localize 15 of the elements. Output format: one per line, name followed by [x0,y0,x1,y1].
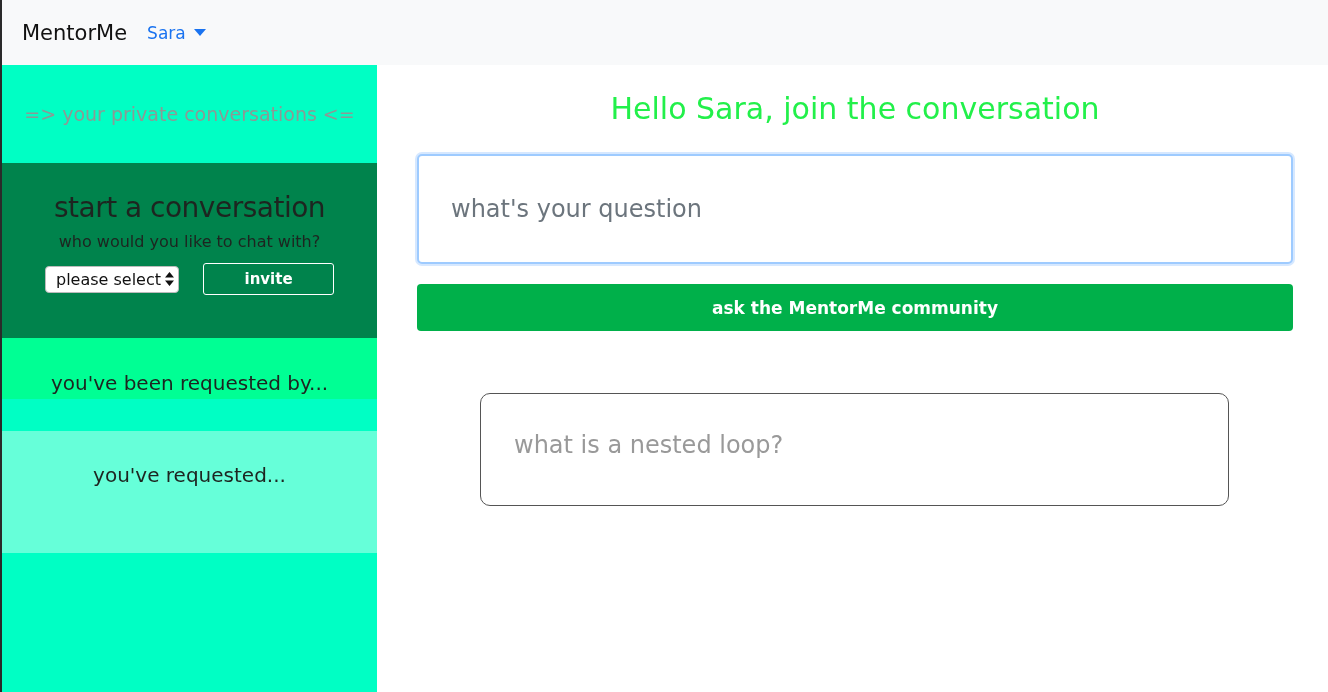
sort-arrows-icon [165,271,175,287]
invite-button[interactable]: invite [203,263,335,295]
brand-name[interactable]: MentorMe [22,20,128,45]
requested-section: you've requested... [2,431,377,553]
requested-by-section: you've been requested by... [2,338,377,399]
greeting: Hello Sara, join the conversation [609,91,1101,126]
panel-title: start a conversation [53,191,326,224]
user-menu[interactable]: Sara [147,22,206,43]
ask-button[interactable]: ask the MentorMe community [417,284,1293,331]
question-field[interactable]: what's your question [417,154,1293,264]
sidebar-heading: => your private conversations <= [23,102,356,127]
caret-icon [193,29,206,36]
question-card[interactable]: what is a nested loop? [480,393,1229,506]
user-select[interactable]: please select [44,265,180,293]
panel-prompt: who would you like to chat with? [58,232,321,251]
